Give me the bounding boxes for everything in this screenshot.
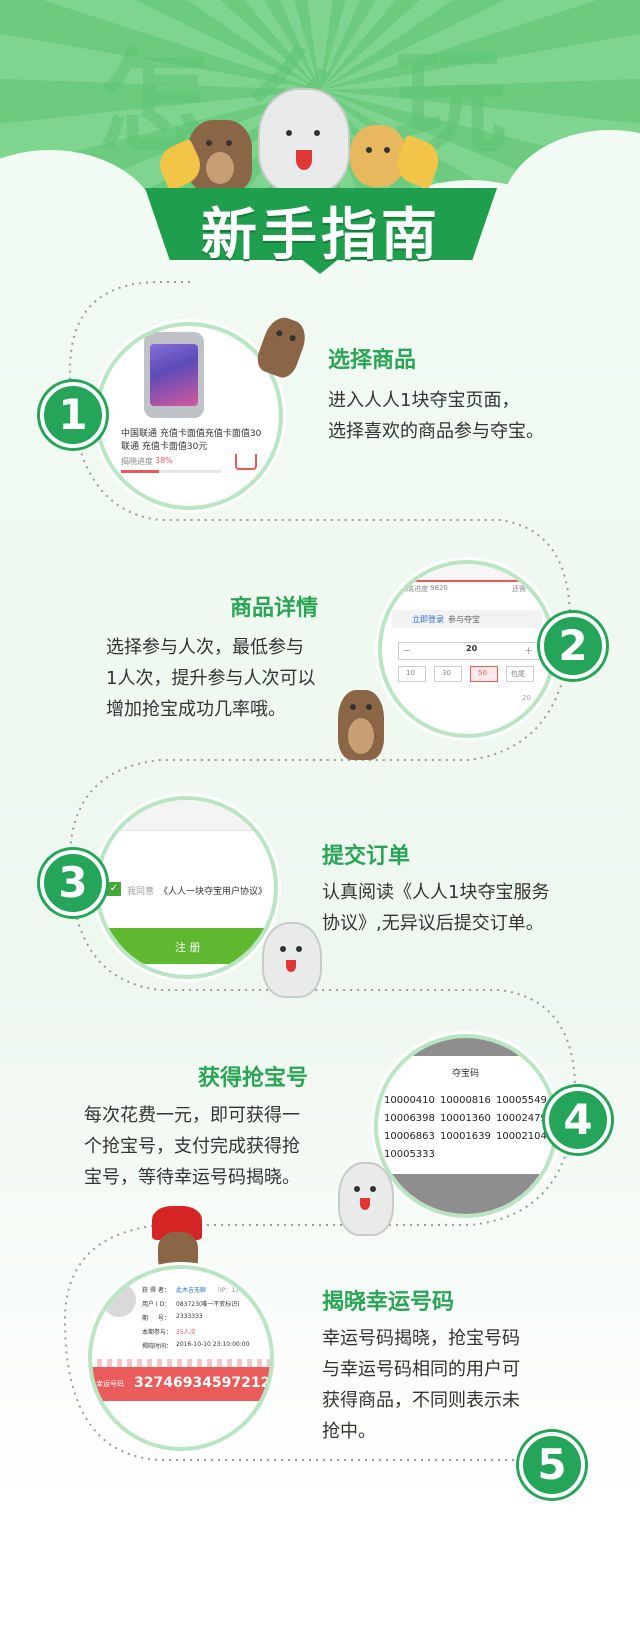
- lucky-label: 幸运号码: [96, 1380, 124, 1388]
- product-name-line1: 中国联通 充值卡面值充值卡面值30: [121, 429, 262, 439]
- step1-number-badge: 1: [40, 382, 106, 448]
- progress-track: [121, 470, 221, 473]
- desc-line: 幸运号码揭晓，抢宝号码: [322, 1328, 520, 1349]
- uid-label: 用户 I D：: [142, 1301, 171, 1308]
- avatar: [102, 1283, 136, 1317]
- product-name-line2: 联通 充值卡面值30元: [121, 442, 208, 452]
- cart-icon[interactable]: [235, 454, 257, 470]
- quantity-value: 20: [466, 644, 478, 653]
- period-label: 期 号：: [142, 1315, 170, 1322]
- plus-button[interactable]: ＋: [524, 644, 533, 657]
- time-value: 2016-10-10 23:10:00:00: [176, 1341, 250, 1348]
- desc-line: 认真阅读《人人1块夺宝服务: [322, 882, 550, 903]
- desc-line: 个抢宝号，支付完成获得抢: [84, 1136, 300, 1157]
- step5-desc: 幸运号码揭晓，抢宝号码 与幸运号码相同的用户可 获得商品，不同则表示未 抢中。: [322, 1323, 520, 1447]
- detail-progress-label: 揭晓进度: [400, 585, 428, 593]
- winner-label: 获 得 者：: [142, 1287, 170, 1294]
- winner-value: 此木吉无聊: [176, 1287, 207, 1294]
- step4-title: 获得抢宝号: [198, 1066, 309, 1091]
- desc-line: 抢中。: [322, 1421, 376, 1442]
- step3-number-badge: 3: [40, 850, 106, 916]
- lucky-number: 32746934597212: [134, 1375, 271, 1391]
- detail-remaining-value: 270: [530, 584, 544, 592]
- lucky-number-bar: 幸运号码 32746934597212: [92, 1367, 270, 1401]
- period-value: 2333333: [176, 1313, 203, 1320]
- join-label: 本期参与：: [142, 1329, 173, 1336]
- desc-line: 协议》,无异议后提交订单。: [322, 913, 544, 934]
- minus-button[interactable]: －: [402, 644, 411, 657]
- checkbox-checked[interactable]: ✓: [107, 882, 121, 896]
- step4-screenshot: 夺宝码 10000410 10000816 10005549 10006398 100…: [374, 1034, 558, 1218]
- desc-line: 1人次，提升参与人次可以: [106, 668, 316, 689]
- step5-number-badge: 5: [519, 1432, 585, 1498]
- desc-line: 每次花费一元，即可获得一: [84, 1105, 300, 1126]
- desc-line: 获得商品，不同则表示未: [322, 1390, 520, 1411]
- option-30[interactable]: 30: [434, 666, 462, 682]
- dim-overlay-top: [378, 1038, 554, 1056]
- option-tail[interactable]: 包尾: [506, 666, 534, 682]
- agreement-link[interactable]: 《人人一块夺宝用户协议》: [159, 884, 267, 897]
- desc-line: 宝号，等待幸运号码揭晓。: [84, 1167, 300, 1188]
- cloud: [150, 1530, 350, 1640]
- desc-line: 与幸运号码相同的用户可: [322, 1359, 520, 1380]
- winner-ip: （IP：172.16.1.1: [214, 1287, 264, 1294]
- form-top: [99, 800, 274, 831]
- login-text: 参与夺宝: [448, 615, 480, 624]
- step1-desc: 进入人人1块夺宝页面， 选择喜欢的商品参与夺宝。: [328, 385, 544, 447]
- progress-fill: [121, 470, 159, 473]
- dim-overlay-bottom: [378, 1174, 554, 1214]
- step1-screenshot: 中国联通 充值卡面值充值卡面值30 联通 充值卡面值30元 揭晓进度 38%: [95, 322, 283, 510]
- step3-screenshot: ✓ 我同意 《人人一块夺宝用户协议》 注 册: [95, 796, 278, 979]
- step2-number-badge: 2: [540, 613, 606, 679]
- desc-line: 选择喜欢的商品参与夺宝。: [328, 421, 544, 442]
- detail-progress-value: 9820: [430, 584, 448, 592]
- register-button[interactable]: 注 册: [99, 928, 274, 964]
- cat-mascot: [262, 922, 322, 998]
- login-link[interactable]: 立即登录: [412, 614, 444, 625]
- guide-page: 怎么玩 新手指南 中国联: [0, 0, 640, 1646]
- option-50-selected[interactable]: 50: [470, 666, 498, 682]
- step5-screenshot: 获 得 者： 此木吉无聊 （IP：172.16.1.1 用户 I D： 0837…: [88, 1265, 274, 1451]
- progress-value: 38%: [155, 456, 173, 465]
- cat-mascot: [338, 1162, 394, 1236]
- progress-label: 揭晓进度: [121, 457, 153, 466]
- step1-title: 选择商品: [328, 348, 417, 373]
- codes-heading: 夺宝码: [452, 1069, 480, 1079]
- corner-value: 20: [522, 694, 531, 702]
- codes-grid: 10000410 10000816 10005549 10006398 1000136…: [384, 1095, 547, 1160]
- step3-title: 提交订单: [322, 844, 411, 869]
- agree-text: 我同意: [127, 887, 155, 897]
- phone-image: [144, 332, 204, 418]
- step4-number-badge: 4: [545, 1087, 611, 1153]
- step4-desc: 每次花费一元，即可获得一 个抢宝号，支付完成获得抢 宝号，等待幸运号码揭晓。: [84, 1100, 300, 1193]
- uid-value: 083723(唯一不变标识): [176, 1301, 240, 1308]
- option-10[interactable]: 10: [398, 666, 426, 682]
- step2-title: 商品详情: [230, 596, 319, 621]
- detail-header: [382, 564, 552, 582]
- ticket-edge: [92, 1359, 270, 1367]
- desc-line: 增加抢宝成功几率哦。: [106, 699, 286, 720]
- detail-remaining-label: 还需: [512, 585, 526, 593]
- step3-desc: 认真阅读《人人1块夺宝服务 协议》,无异议后提交订单。: [322, 877, 549, 939]
- step2-desc: 选择参与人次，最低参与 1人次，提升参与人次可以 增加抢宝成功几率哦。: [106, 632, 315, 725]
- bear-mascot: [338, 690, 384, 760]
- step2-screenshot: 揭晓进度 9820 还需 270 立即登录 参与夺宝 － 20 ＋ 10 30 …: [378, 560, 556, 738]
- desc-line: 选择参与人次，最低参与: [106, 637, 304, 658]
- join-value: 35人次: [176, 1329, 196, 1336]
- step5-title: 揭晓幸运号码: [322, 1290, 455, 1315]
- time-label: 揭晓时间：: [142, 1343, 173, 1350]
- desc-line: 进入人人1块夺宝页面，: [328, 390, 520, 411]
